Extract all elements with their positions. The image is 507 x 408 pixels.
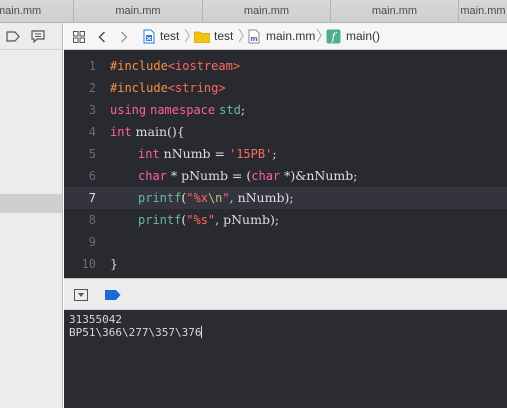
- breakpoint-toggle-icon[interactable]: [105, 290, 121, 300]
- code-text: #include<iostream>: [110, 59, 241, 73]
- code-line-current: 7 printf("%x\n", nNumb);: [64, 187, 507, 209]
- console-line: 31355042: [69, 313, 122, 326]
- function-icon: f: [326, 29, 341, 44]
- objc-file-icon: m: [248, 29, 260, 44]
- code-line: 1 #include<iostream>: [64, 55, 507, 77]
- tab-label: main.mm: [243, 5, 290, 17]
- editor-tab[interactable]: main.mm: [203, 0, 331, 23]
- speech-bubble-icon[interactable]: [31, 30, 45, 43]
- code-text: }: [110, 256, 118, 271]
- text-cursor: [201, 326, 203, 338]
- line-number: 4: [88, 125, 96, 139]
- code-line: 2 #include<string>: [64, 77, 507, 99]
- code-line: 5 int nNumb = '15PB';: [64, 143, 507, 165]
- folder-icon: [194, 31, 210, 43]
- navigator-pane: [0, 23, 63, 408]
- line-number: 10: [81, 257, 96, 271]
- console-line: BP51\366\277\357\376: [69, 326, 203, 339]
- code-line: 3 using namespace std;: [64, 99, 507, 121]
- code-text: char * pNumb = (char *)&nNumb;: [138, 168, 358, 183]
- code-line: 6 char * pNumb = (char *)&nNumb;: [64, 165, 507, 187]
- editor-tab[interactable]: main.mm: [0, 0, 74, 23]
- code-line: 8 printf("%s", pNumb);: [64, 209, 507, 231]
- line-number: 6: [88, 169, 96, 183]
- code-line: 10 }: [64, 253, 507, 275]
- chevron-right-icon[interactable]: [120, 31, 128, 43]
- tab-label: main.mm: [460, 5, 506, 17]
- tab-label: main.mm: [0, 5, 42, 17]
- jump-bar-symbol-label: main(): [346, 29, 381, 43]
- editor-tab-bar: main.mm main.mm main.mm main.mm main.mm: [0, 0, 507, 23]
- code-text: int nNumb = '15PB';: [138, 146, 277, 161]
- editor-tab[interactable]: main.mm: [331, 0, 459, 23]
- jump-bar-project[interactable]: test: [143, 23, 179, 50]
- line-number: 8: [88, 213, 96, 227]
- jump-bar-group-label: test: [214, 29, 234, 43]
- code-text: printf("%s", pNumb);: [138, 212, 280, 227]
- jump-bar-file[interactable]: m main.mm: [248, 23, 315, 50]
- line-number: 5: [88, 147, 96, 161]
- code-text: using namespace std;: [110, 102, 246, 117]
- console-output[interactable]: 31355042 BP51\366\277\357\376: [64, 310, 507, 408]
- code-line: 4 int main(){: [64, 121, 507, 143]
- line-number: 3: [88, 103, 96, 117]
- tab-label: main.mm: [371, 5, 418, 17]
- grid-icon[interactable]: [73, 31, 85, 43]
- tab-label: main.mm: [115, 5, 161, 17]
- jump-bar-symbol[interactable]: f main(): [326, 23, 380, 50]
- debug-bar: [64, 278, 507, 310]
- svg-text:m: m: [250, 35, 257, 43]
- editor-tab[interactable]: main.mm: [459, 0, 507, 23]
- code-line: 9: [64, 231, 507, 253]
- chevron-left-icon[interactable]: [98, 31, 106, 43]
- code-text: printf("%x\n", nNumb);: [138, 190, 294, 205]
- source-editor[interactable]: 1 #include<iostream> 2 #include<string> …: [64, 50, 507, 278]
- line-number: 1: [88, 59, 96, 73]
- code-text: int main(){: [110, 124, 185, 139]
- navigator-selected-row[interactable]: [0, 194, 62, 213]
- line-number: 9: [88, 235, 96, 249]
- line-number: 2: [88, 81, 96, 95]
- editor-tab[interactable]: main.mm: [74, 0, 203, 23]
- rectangle-outline-icon[interactable]: [6, 31, 20, 42]
- navigator-toolbar: [0, 23, 62, 50]
- jump-bar-file-label: main.mm: [266, 29, 316, 43]
- xcode-project-icon: [143, 29, 155, 44]
- line-number: 7: [88, 191, 96, 205]
- jump-bar-group[interactable]: test: [194, 23, 233, 50]
- hide-debug-area-icon[interactable]: [74, 289, 88, 301]
- jump-bar: test 〉 test 〉 m main.mm 〉 f main(): [64, 23, 507, 50]
- code-text: #include<string>: [110, 81, 226, 95]
- jump-bar-project-label: test: [160, 29, 180, 43]
